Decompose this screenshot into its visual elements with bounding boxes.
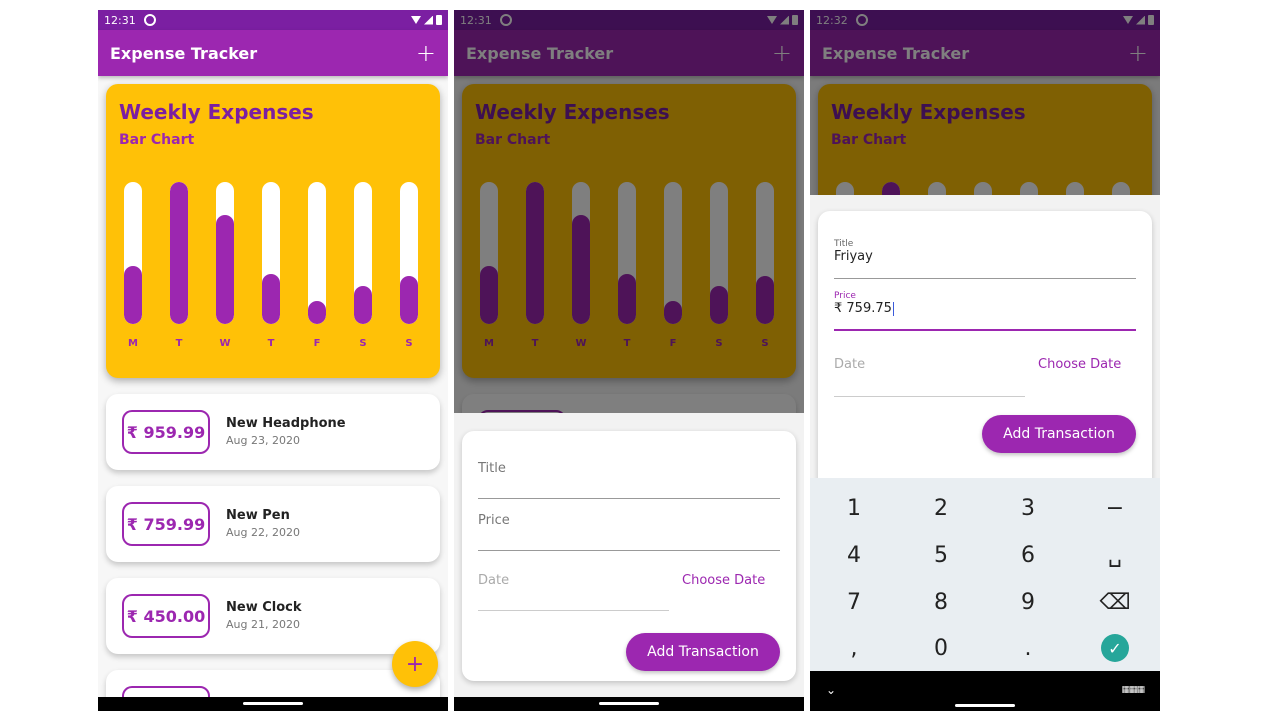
price-field[interactable]: Price ₹ 759.75 [834, 291, 1136, 331]
screen-add-empty: 12:31 Expense Tracker + Weekly Expenses … [454, 10, 804, 711]
transaction-date: Aug 21, 2020 [226, 618, 300, 631]
add-transaction-fab[interactable]: + [392, 641, 438, 687]
wifi-icon [411, 16, 421, 24]
chart-bar-fill [262, 274, 280, 324]
transaction-card[interactable]: ₹ 959.99 New Headphone Aug 23, 2020 [106, 394, 440, 470]
transaction-title: New Headphone [226, 416, 346, 431]
numeric-keypad: 1 2 3 − 4 5 6 ␣ 7 8 9 ⌫ , 0 . ✓ [810, 478, 1160, 671]
transaction-amount: ₹ 759.99 [122, 502, 210, 546]
chart-tick-label: T [267, 338, 275, 349]
key-1[interactable]: 1 [824, 488, 884, 528]
chart-bar [262, 182, 280, 324]
date-field-label: Date [478, 573, 510, 588]
chart-tick-label: W [219, 338, 231, 349]
chart-bar-fill [308, 301, 326, 324]
screen-add-filled: 12:32 Expense Tracker + Weekly Expenses … [810, 10, 1160, 711]
price-field-label: Price [834, 291, 856, 301]
price-field[interactable]: Price [478, 513, 780, 551]
key-5[interactable]: 5 [911, 535, 971, 575]
chart-bars: MTWTFSS [106, 182, 440, 352]
bottom-sheet: Title Friyay Price ₹ 759.75 Date Choose … [810, 195, 1160, 491]
chart-bar-fill [216, 215, 234, 324]
chart-bar [170, 182, 188, 324]
key-2[interactable]: 2 [911, 488, 971, 528]
title-field-label: Title [478, 461, 506, 476]
chart-bar [216, 182, 234, 324]
title-field-label: Title [834, 239, 854, 249]
chart-bar-fill [354, 286, 372, 324]
weekly-expenses-chart: Weekly Expenses Bar Chart M T W T F S S [106, 84, 440, 378]
transaction-card[interactable]: ₹ 759.99 New Pen Aug 22, 2020 [106, 486, 440, 562]
title-field[interactable]: Title Friyay [834, 239, 1136, 279]
choose-date-button[interactable]: Choose Date [682, 573, 765, 588]
transaction-title: New Pen [226, 508, 290, 523]
system-nav-bar [454, 697, 804, 711]
transaction-form: Title Price Date Choose Date Add Transac… [462, 431, 796, 681]
space-key-icon[interactable]: ␣ [1085, 535, 1145, 575]
done-key[interactable]: ✓ [1085, 628, 1145, 668]
chart-subtitle: Bar Chart [119, 132, 195, 148]
transaction-card[interactable]: ₹ 450.00 New Clock Aug 21, 2020 [106, 578, 440, 654]
title-field-value: Friyay [834, 249, 873, 264]
transaction-amount: ₹ 450.00 [122, 594, 210, 638]
transaction-title: New Clock [226, 600, 302, 615]
text-cursor [892, 301, 894, 316]
key-9[interactable]: 9 [998, 582, 1058, 622]
transaction-date: Aug 23, 2020 [226, 434, 300, 447]
date-field-label: Date [834, 357, 866, 372]
chart-bar [308, 182, 326, 324]
key-0[interactable]: 0 [911, 628, 971, 668]
home-handle[interactable] [243, 702, 303, 705]
system-nav-bar: ⌄ ▦▦▦ [810, 671, 1160, 711]
chart-tick-label: T [175, 338, 183, 349]
home-handle[interactable] [955, 704, 1015, 707]
chart-tick-label: S [405, 338, 413, 349]
add-transaction-button[interactable]: Add Transaction [982, 415, 1136, 453]
chart-tick-label: S [359, 338, 367, 349]
transaction-date: Aug 22, 2020 [226, 526, 300, 539]
key-period[interactable]: . [998, 628, 1058, 668]
backspace-icon[interactable]: ⌫ [1085, 582, 1145, 622]
key-6[interactable]: 6 [998, 535, 1058, 575]
battery-icon [436, 15, 442, 25]
bottom-sheet: Title Price Date Choose Date Add Transac… [454, 413, 804, 711]
chart-tick-label: F [313, 338, 321, 349]
chart-title: Weekly Expenses [119, 100, 314, 124]
system-nav-bar [98, 697, 448, 711]
transaction-amount: ₹ 959.99 [122, 410, 210, 454]
date-field: Date [834, 357, 1025, 397]
app-title: Expense Tracker [110, 43, 258, 63]
screen-home: 12:31 Expense Tracker + Weekly Expenses … [98, 10, 448, 711]
chart-bar [124, 182, 142, 324]
status-time: 12:31 [104, 13, 136, 27]
notification-icon [143, 14, 156, 26]
key-comma[interactable]: , [824, 628, 884, 668]
key-4[interactable]: 4 [824, 535, 884, 575]
key-3[interactable]: 3 [998, 488, 1058, 528]
home-handle[interactable] [599, 702, 659, 705]
add-transaction-button[interactable]: Add Transaction [626, 633, 780, 671]
chart-bar-fill [124, 266, 142, 324]
key-8[interactable]: 8 [911, 582, 971, 622]
app-bar: Expense Tracker + [98, 30, 448, 76]
key-7[interactable]: 7 [824, 582, 884, 622]
chart-bar [354, 182, 372, 324]
status-bar: 12:31 [98, 10, 448, 30]
check-icon: ✓ [1101, 634, 1129, 662]
chart-bar-fill [170, 182, 188, 324]
chart-bar-fill [400, 276, 418, 324]
date-field: Date [478, 573, 669, 611]
signal-icon [424, 15, 433, 25]
price-field-label: Price [478, 513, 510, 528]
title-field[interactable]: Title [478, 461, 780, 499]
transaction-form: Title Friyay Price ₹ 759.75 Date Choose … [818, 211, 1152, 491]
hide-keyboard-icon[interactable]: ⌄ [826, 683, 836, 697]
add-icon[interactable]: + [416, 41, 436, 65]
choose-date-button[interactable]: Choose Date [1038, 357, 1121, 372]
key-minus[interactable]: − [1085, 488, 1145, 528]
price-field-value: ₹ 759.75 [834, 301, 892, 316]
chart-bar [400, 182, 418, 324]
chart-tick-label: M [128, 338, 138, 349]
keyboard-switch-icon[interactable]: ▦▦▦ [1121, 685, 1144, 695]
